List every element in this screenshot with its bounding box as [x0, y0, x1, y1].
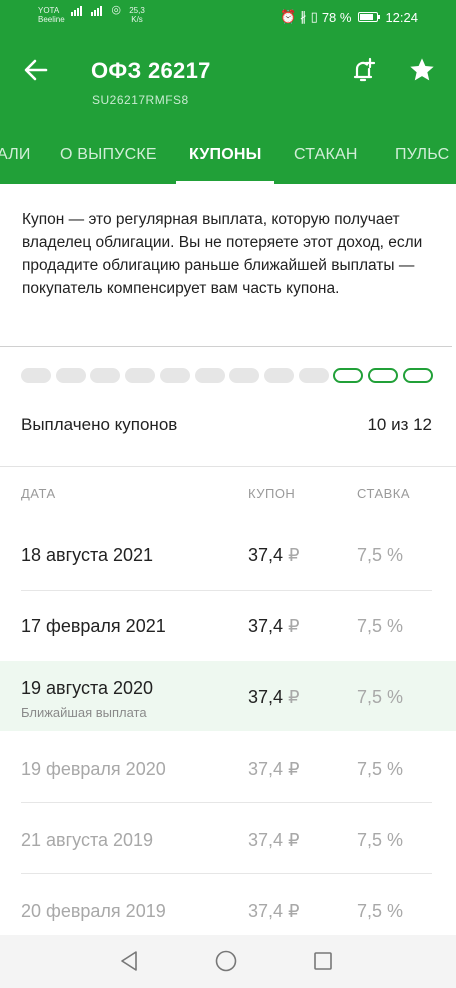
system-nav-bar — [0, 935, 456, 988]
add-alert-bell-icon[interactable] — [350, 56, 376, 84]
coupon-rate: 7,5 % — [357, 759, 404, 779]
status-bar: YOTA Beeline ◎ 25,3 K/s ⏰ ∦ ▯ 78 % 12:24 — [0, 0, 456, 34]
header-rate: СТАВКА — [357, 486, 411, 501]
hotspot-icon: ◎ — [111, 4, 121, 16]
status-left: YOTA Beeline ◎ 25,3 K/s — [38, 4, 145, 25]
amount-value: 37,4 — [248, 759, 284, 779]
app-header: YOTA Beeline ◎ 25,3 K/s ⏰ ∦ ▯ 78 % 12:24… — [0, 0, 456, 184]
coupon-date: 20 февраля 2019 — [21, 901, 166, 921]
amount-value: 37,4 — [248, 687, 284, 707]
row-divider — [21, 802, 432, 803]
active-tab-indicator — [176, 181, 274, 184]
coupon-pill-paid — [125, 368, 156, 383]
bluetooth-icon: ∦ — [300, 9, 307, 24]
speed-unit: K/s — [131, 15, 143, 24]
table-row[interactable]: 18 августа 2021 37,4 ₽ 7,5 % — [0, 521, 456, 591]
table-row[interactable]: 19 февраля 2020 37,4 ₽ 7,5 % — [0, 733, 456, 803]
favorite-star-icon[interactable] — [408, 56, 436, 84]
arrow-back-icon[interactable] — [22, 56, 50, 84]
tab-about-issue[interactable]: О ВЫПУСКЕ — [60, 146, 157, 164]
amount-value: 37,4 — [248, 616, 284, 636]
carrier-top: YOTA — [38, 6, 60, 15]
coupon-amount: 37,4 ₽ — [248, 901, 300, 922]
paid-label: Выплачено купонов — [21, 415, 178, 434]
currency: ₽ — [288, 687, 300, 707]
coupon-pill-upcoming — [402, 368, 433, 383]
coupon-pill-paid — [263, 368, 294, 383]
coupon-amount: 37,4 ₽ — [248, 759, 300, 780]
coupon-pill-upcoming — [333, 368, 364, 383]
table-row-nearest[interactable]: 19 августа 2020 Ближайшая выплата 37,4 ₽… — [0, 661, 456, 731]
tab-order-book[interactable]: СТАКАН — [294, 146, 358, 164]
divider — [0, 466, 456, 467]
tab-coupons[interactable]: КУПОНЫ — [189, 146, 261, 164]
alarm-icon: ⏰ — [279, 9, 297, 24]
nav-back-icon[interactable] — [118, 949, 140, 973]
battery-percent: 78 % — [321, 9, 352, 25]
amount-value: 37,4 — [248, 901, 284, 921]
coupon-rate: 7,5 % — [357, 616, 404, 636]
battery-icon — [358, 12, 381, 22]
network-speed: 25,3 K/s — [129, 6, 145, 24]
paid-value: 10 из 12 — [367, 415, 432, 434]
status-right: ⏰ ∦ ▯ 78 % 12:24 — [280, 9, 418, 25]
row-divider — [21, 590, 432, 591]
coupon-pill-upcoming — [368, 368, 398, 383]
coupon-rate: 7,5 % — [357, 830, 404, 850]
coupon-pill-paid — [229, 368, 260, 383]
coupon-date: 19 февраля 2020 — [21, 759, 166, 779]
amount-value: 37,4 — [248, 545, 284, 565]
coupon-amount: 37,4 ₽ — [248, 687, 300, 708]
tab-bar: АЛИ О ВЫПУСКЕ КУПОНЫ СТАКАН ПУЛЬС — [0, 136, 456, 184]
tab-pulse[interactable]: ПУЛЬС — [395, 146, 449, 164]
row-divider — [21, 873, 432, 874]
nav-home-icon[interactable] — [215, 950, 237, 972]
currency: ₽ — [288, 901, 300, 921]
page-title: ОФЗ 26217 — [91, 58, 211, 83]
coupon-pill-paid — [21, 368, 51, 383]
table-row[interactable]: 17 февраля 2021 37,4 ₽ 7,5 % — [0, 592, 456, 662]
vibrate-icon: ▯ — [310, 9, 318, 24]
currency: ₽ — [288, 759, 300, 779]
battery-level — [360, 14, 373, 20]
coupon-pill-paid — [194, 368, 225, 383]
carrier-info: YOTA Beeline — [38, 6, 65, 24]
coupon-date: 21 августа 2019 — [21, 830, 154, 850]
currency: ₽ — [288, 830, 300, 850]
header-date: ДАТА — [21, 486, 56, 501]
coupon-pill-paid — [298, 368, 329, 383]
coupon-amount: 37,4 ₽ — [248, 616, 300, 637]
coupon-date: 19 августа 2020 — [21, 678, 154, 698]
coupon-amount: 37,4 ₽ — [248, 830, 300, 851]
coupon-date: 18 августа 2021 — [21, 545, 154, 565]
nav-recent-apps-icon[interactable] — [313, 951, 333, 971]
coupon-rate: 7,5 % — [357, 687, 404, 707]
signal-icon — [70, 6, 83, 16]
coupon-date: 17 февраля 2021 — [21, 616, 166, 636]
tab-analytics[interactable]: АЛИ — [0, 146, 31, 164]
currency: ₽ — [288, 545, 300, 565]
coupon-description: Купон — это регулярная выплата, которую … — [22, 211, 423, 297]
speed-value: 25,3 — [129, 6, 145, 15]
table-header: ДАТА КУПОН СТАВКА — [0, 486, 456, 506]
header-coupon: КУПОН — [248, 486, 296, 501]
app-bar: ОФЗ 26217 SU26217RMFS8 — [0, 40, 456, 120]
coupon-rate: 7,5 % — [357, 545, 404, 565]
carrier-bottom: Beeline — [38, 15, 65, 24]
clock: 12:24 — [385, 9, 418, 25]
amount-value: 37,4 — [248, 830, 284, 850]
coupon-pill-paid — [90, 368, 121, 383]
signal-icon-2 — [91, 6, 103, 16]
coupon-pill-paid — [159, 368, 190, 383]
table-row[interactable]: 21 августа 2019 37,4 ₽ 7,5 % — [0, 804, 456, 874]
table-row[interactable]: 20 февраля 2019 37,4 ₽ 7,5 % — [0, 875, 456, 935]
coupon-rate: 7,5 % — [357, 901, 404, 921]
isin-code: SU26217RMFS8 — [92, 93, 189, 107]
divider — [0, 346, 452, 347]
currency: ₽ — [288, 616, 300, 636]
nearest-payment-note: Ближайшая выплата — [21, 705, 147, 720]
coupon-amount: 37,4 ₽ — [248, 545, 300, 566]
coupon-pill-paid — [55, 368, 86, 383]
paid-summary: Выплачено купонов 10 из 12 — [0, 400, 456, 450]
